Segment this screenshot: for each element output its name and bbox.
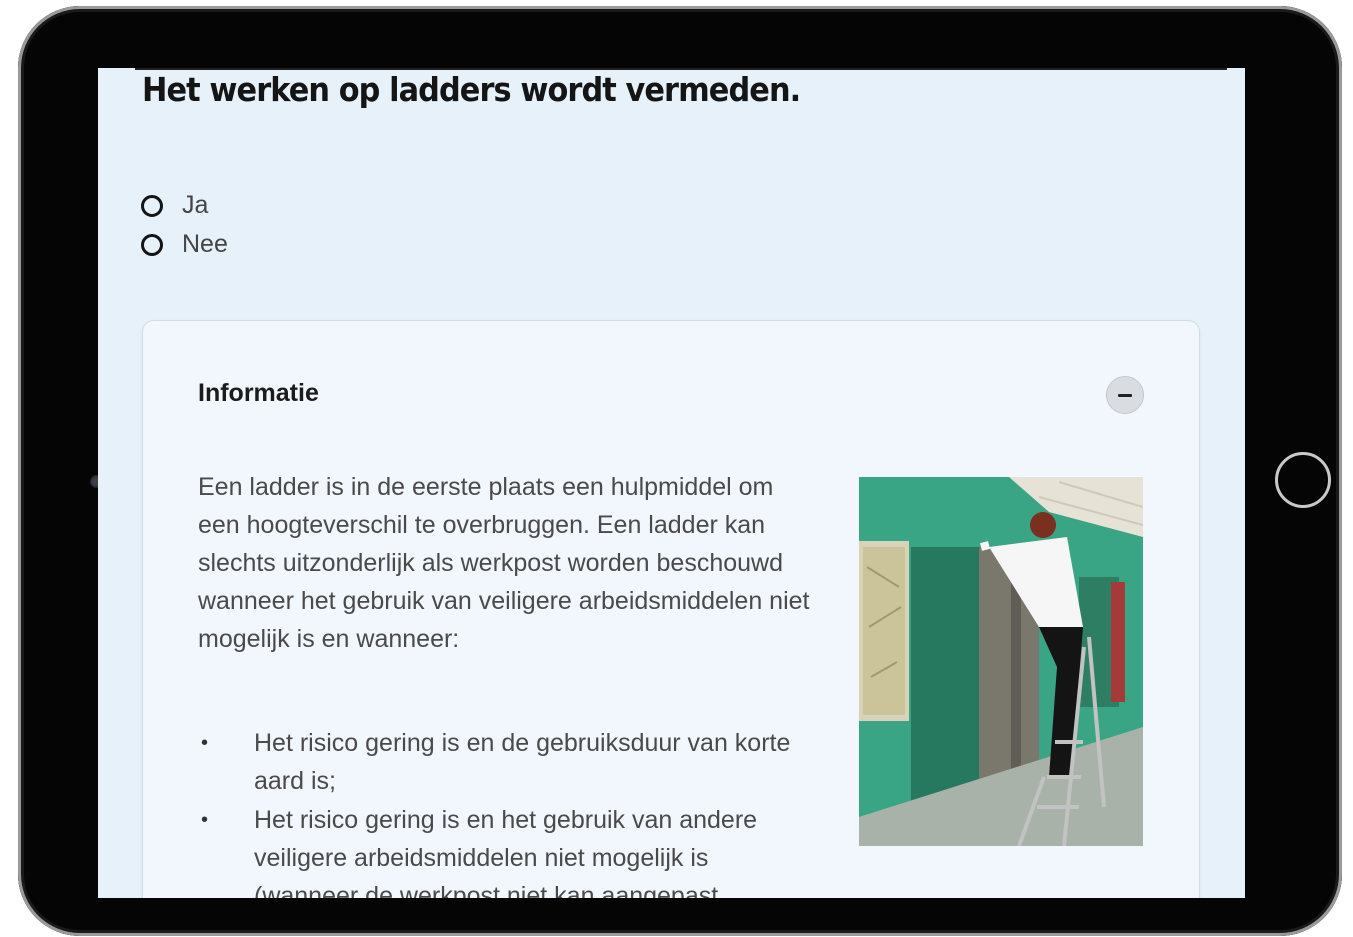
screen: Het werken op ladders wordt vermeden. Ja… (98, 68, 1245, 898)
option-label: Nee (182, 230, 228, 258)
option-nee[interactable]: Nee (141, 225, 228, 264)
option-label: Ja (182, 191, 209, 219)
bullet-icon: • (201, 732, 209, 754)
radio-button-icon[interactable] (141, 233, 163, 256)
info-bullet-list: • Het risico gering is en de gebruiksduu… (198, 724, 818, 898)
info-panel-title: Informatie (198, 379, 319, 407)
tablet-frame: Het werken op ladders wordt vermeden. Ja… (18, 6, 1342, 936)
home-button[interactable] (1275, 452, 1331, 508)
bullet-icon: • (201, 809, 209, 831)
question-title: Het werken op ladders wordt vermeden. (142, 70, 801, 109)
list-item-text: Het risico gering is en het gebruik van … (254, 806, 758, 898)
list-item-text: Het risico gering is en de gebruiksduur … (254, 729, 791, 795)
collapse-button[interactable] (1106, 376, 1144, 414)
list-item: • Het risico gering is en het gebruik va… (198, 801, 818, 898)
info-panel: Informatie Een ladder is in de eerste pl… (142, 320, 1200, 898)
radio-button-icon[interactable] (141, 194, 163, 217)
option-ja[interactable]: Ja (141, 186, 228, 225)
ladder-photo (859, 477, 1143, 846)
answer-options: Ja Nee (141, 186, 228, 264)
info-paragraph: Een ladder is in de eerste plaats een hu… (198, 473, 810, 653)
list-item: • Het risico gering is en de gebruiksduu… (198, 724, 818, 800)
minus-icon (1118, 393, 1132, 397)
